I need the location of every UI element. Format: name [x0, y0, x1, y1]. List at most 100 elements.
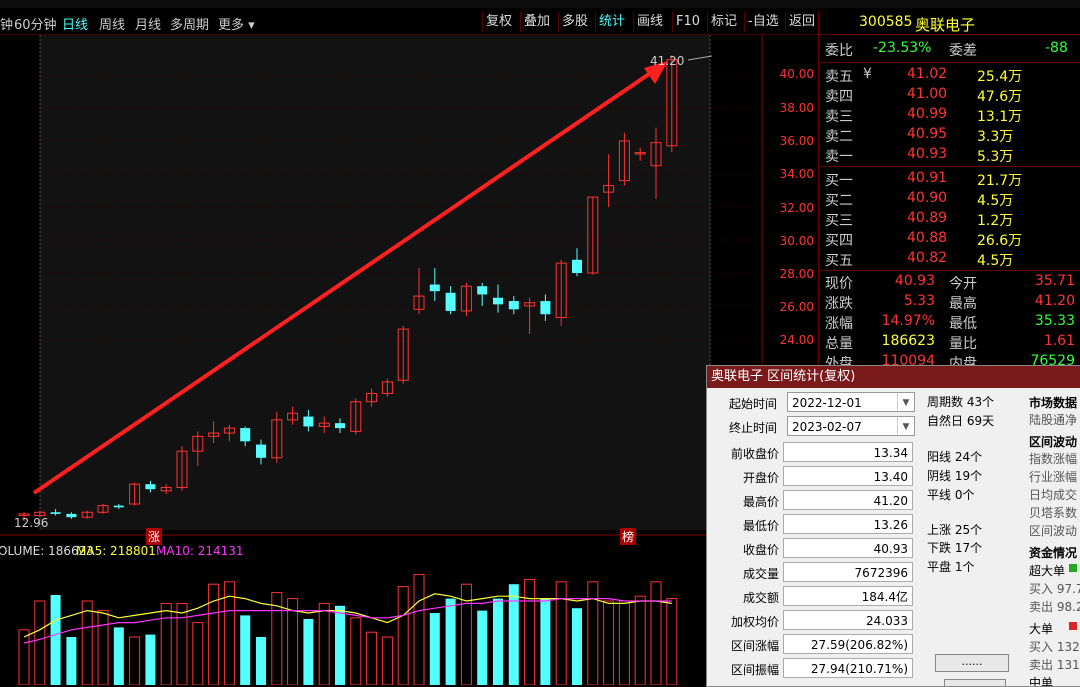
mid-order: 中单	[1029, 676, 1054, 686]
stat-field-row: 区间涨幅 27.59(206.82%)	[707, 634, 917, 656]
volume-bar-down	[445, 598, 456, 685]
ask-label: 卖三	[825, 109, 853, 125]
volume-bar-up	[18, 629, 30, 685]
stat-row: 现价 40.93 今开 35.71	[825, 273, 1075, 293]
stat-label: 最低	[949, 316, 977, 332]
chevron-down-icon[interactable]: ▼	[897, 393, 914, 411]
candle-body-down	[145, 484, 156, 490]
period-count: 周期数 43个	[927, 395, 995, 409]
volume-bar-up	[318, 602, 330, 685]
bid-label: 买四	[825, 233, 853, 249]
start-date-select[interactable]: 2022-12-01 ▼	[787, 392, 915, 412]
vol-item: 指数涨幅	[1029, 452, 1078, 466]
bid-row[interactable]: 买三 40.89 1.2万	[825, 210, 1075, 230]
volume-bar-down	[145, 634, 156, 685]
ask-row[interactable]: 卖二 40.95 3.3万	[825, 126, 1075, 146]
stat-label: 最高	[949, 296, 977, 312]
start-date-value: 2022-12-01	[792, 396, 862, 410]
field-value[interactable]: 7672396	[783, 562, 913, 582]
stat-field-row: 区间振幅 27.94(210.71%)	[707, 658, 917, 680]
high-price-label: 41.20	[650, 54, 685, 68]
field-label: 开盘价	[742, 471, 779, 485]
market-data-head: 市场数据	[1029, 396, 1078, 410]
ma10-value: MA10: 214131	[156, 544, 244, 558]
volume-bar-up	[350, 617, 362, 685]
field-value[interactable]: 41.20	[783, 490, 913, 510]
ask-row[interactable]: 卖三 40.99 13.1万	[825, 106, 1075, 126]
volume-bar-down	[113, 627, 124, 685]
hsgt-net: 陆股通净	[1029, 413, 1078, 427]
stat-field-row: 前收盘价 13.34	[707, 442, 917, 464]
super-big-order: 超大单	[1029, 564, 1066, 578]
chevron-down-icon[interactable]: ▼	[897, 417, 914, 435]
volume-bar-up	[650, 581, 662, 685]
field-value[interactable]: 13.26	[783, 514, 913, 534]
field-label: 成交额	[742, 591, 779, 605]
candle-body-down	[429, 284, 440, 292]
low-price-label: 12.96	[14, 516, 49, 530]
volatility-head: 区间波动	[1029, 435, 1078, 449]
ask-price: 41.02	[907, 66, 948, 82]
natural-days: 自然日 69天	[927, 414, 995, 428]
ping-count: 平线 0个	[927, 488, 975, 502]
field-value[interactable]: 27.59(206.82%)	[783, 634, 913, 654]
volume-bar-up	[587, 581, 599, 685]
field-value[interactable]: 27.94(210.71%)	[783, 658, 913, 678]
volume-bar-down	[572, 608, 582, 685]
field-label: 加权均价	[730, 615, 779, 629]
ask-volume: 13.1万	[977, 109, 1023, 125]
candle-body-down	[477, 286, 488, 295]
volume-bar-up	[397, 586, 409, 685]
end-date-select[interactable]: 2023-02-07 ▼	[787, 416, 915, 436]
ask-label: 卖二	[825, 129, 853, 145]
stat-field-row: 最低价 13.26	[707, 514, 917, 536]
volume-bar-up	[603, 600, 615, 685]
ask-row[interactable]: 卖五 ¥41.02 25.4万	[825, 66, 1075, 86]
bid-volume: 21.7万	[977, 173, 1023, 189]
flat-count: 平盘 1个	[927, 560, 975, 574]
field-label: 前收盘价	[730, 447, 779, 461]
bid-row[interactable]: 买一 40.91 21.7万	[825, 170, 1075, 190]
ask-row[interactable]: 卖一 40.93 5.3万	[825, 146, 1075, 166]
stat-field-row: 收盘价 40.93	[707, 538, 917, 560]
ask-price: 40.93	[907, 146, 948, 162]
stat-field-row: 成交量 7672396	[707, 562, 917, 584]
limit-up-marker[interactable]: 涨	[146, 528, 163, 545]
ask-label: 卖一	[825, 149, 853, 165]
volume-bar-up	[666, 598, 678, 685]
weicha-label: 委差	[949, 43, 977, 59]
dragon-tiger-marker[interactable]: 榜	[620, 528, 637, 545]
more-button[interactable]: ......	[935, 654, 1009, 672]
ask-row[interactable]: 卖四 41.00 47.6万	[825, 86, 1075, 106]
big-sell: 卖出 131	[1029, 658, 1080, 672]
candle-body-down	[540, 301, 551, 315]
vol-item: 区间波动	[1029, 524, 1078, 538]
bid-label: 买一	[825, 173, 853, 189]
bid-row[interactable]: 买二 40.90 4.5万	[825, 190, 1075, 210]
field-value[interactable]: 13.40	[783, 466, 913, 486]
volume-bar-down	[66, 637, 77, 685]
ask-label: 卖五	[825, 69, 853, 85]
volume-bar-up	[192, 622, 204, 685]
stat-value: 40.93	[894, 273, 935, 289]
field-value[interactable]: 40.93	[783, 538, 913, 558]
candle-body-down	[508, 301, 519, 310]
field-value[interactable]: 13.34	[783, 442, 913, 462]
ask-tag: ¥	[863, 66, 872, 82]
bid-price: 40.88	[907, 230, 948, 246]
bid-row[interactable]: 买五 40.82 4.5万	[825, 250, 1075, 270]
dialog-title[interactable]: 奥联电子 区间统计(复权)	[707, 366, 1080, 388]
big-buy: 买入 132	[1029, 640, 1080, 654]
field-value[interactable]: 24.033	[783, 610, 913, 630]
volume-bar-up	[129, 636, 141, 685]
super-sell: 卖出 98.2	[1029, 600, 1080, 614]
ask-label: 卖四	[825, 89, 853, 105]
start-time-row: 起始时间 2022-12-01 ▼	[707, 392, 917, 414]
ask-price: 41.00	[907, 86, 948, 102]
field-label: 最高价	[742, 495, 779, 509]
ask-volume: 3.3万	[977, 129, 1014, 145]
candle-body-down	[113, 505, 124, 508]
field-value[interactable]: 184.4亿	[783, 586, 913, 606]
stock-name: 奥联电子	[915, 16, 976, 34]
bid-row[interactable]: 买四 40.88 26.6万	[825, 230, 1075, 250]
